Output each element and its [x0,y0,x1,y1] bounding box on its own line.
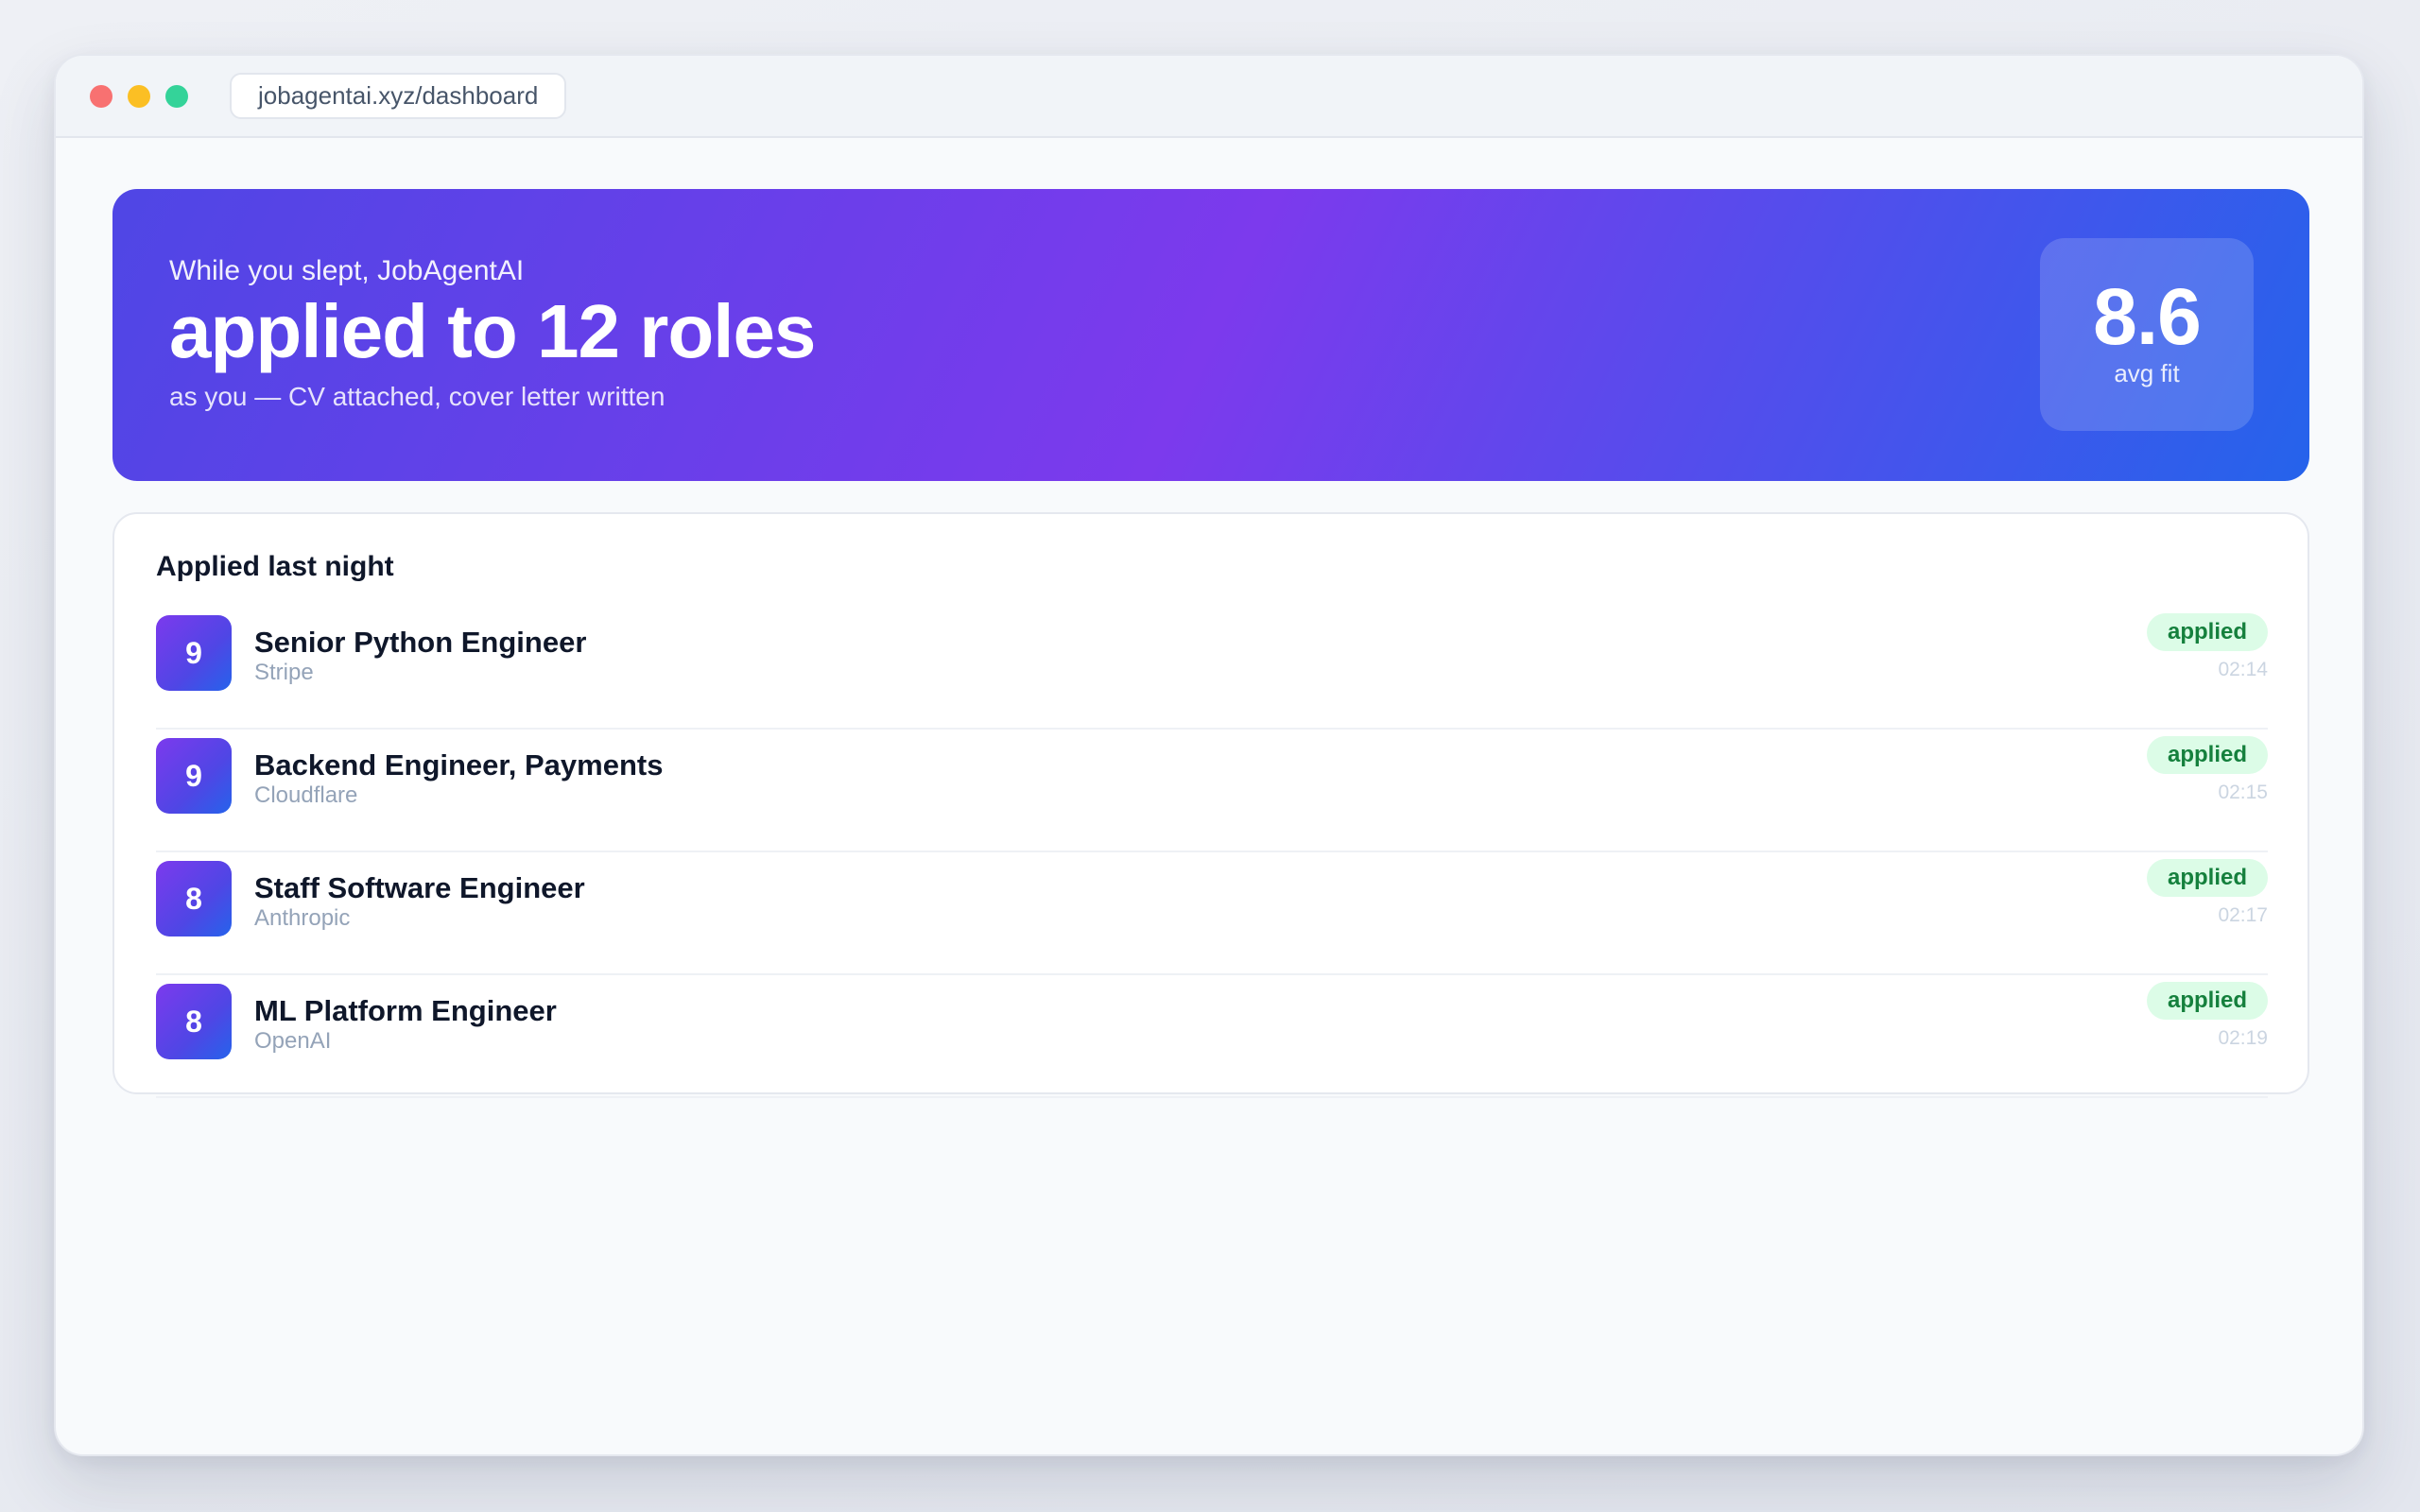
applied-list-title: Applied last night [156,551,394,582]
role-title[interactable]: Senior Python Engineer [254,626,586,660]
role-title[interactable]: ML Platform Engineer [254,994,557,1028]
applied-time: 02:19 [2218,1027,2268,1049]
applied-time: 02:17 [2218,904,2268,926]
close-window-button[interactable] [90,85,112,108]
application-row[interactable]: 9 Backend Engineer, Payments Cloudflare … [156,730,2268,852]
minimize-window-button[interactable] [128,85,150,108]
application-row[interactable]: 9 Senior Python Engineer Stripe applied … [156,607,2268,730]
status-badge: applied [2146,736,2268,774]
company-name: OpenAI [254,1028,332,1054]
application-row[interactable]: 8 Staff Software Engineer Anthropic appl… [156,852,2268,975]
banner-title: applied to 12 roles [169,289,816,373]
avg-fit-label: avg fit [2114,359,2180,387]
banner-kicker: While you slept, JobAgentAI [169,255,525,286]
role-title[interactable]: Backend Engineer, Payments [254,748,663,782]
company-name: Stripe [254,660,314,685]
status-badge: applied [2146,982,2268,1020]
application-row[interactable]: 8 ML Platform Engineer OpenAI applied 02… [156,975,2268,1098]
status-badge: applied [2146,859,2268,897]
avg-fit-card: 8.6 avg fit [2040,238,2254,431]
applied-list: 9 Senior Python Engineer Stripe applied … [156,607,2268,1098]
avg-fit-value: 8.6 [2093,272,2202,361]
applied-list-card: Applied last night 9 Senior Python Engin… [112,512,2309,1098]
summary-banner: While you slept, JobAgentAI applied to 1… [112,189,2309,481]
applied-time: 02:15 [2218,782,2268,803]
fit-score-badge: 8 [156,984,232,1059]
fit-score-badge: 9 [156,738,232,814]
role-title[interactable]: Staff Software Engineer [254,871,585,905]
company-name: Anthropic [254,905,351,931]
applied-time: 02:14 [2218,659,2268,680]
browser-titlebar: jobagentai.xyz/dashboard [56,56,2362,138]
banner-subtitle: as you — CV attached, cover letter writt… [169,382,666,411]
maximize-window-button[interactable] [165,85,188,108]
fit-score-badge: 9 [156,615,232,691]
status-badge: applied [2146,613,2268,651]
browser-window: jobagentai.xyz/dashboard While you slept… [54,54,2364,1456]
fit-score-badge: 8 [156,861,232,936]
address-bar[interactable]: jobagentai.xyz/dashboard [230,73,567,119]
company-name: Cloudflare [254,782,358,808]
